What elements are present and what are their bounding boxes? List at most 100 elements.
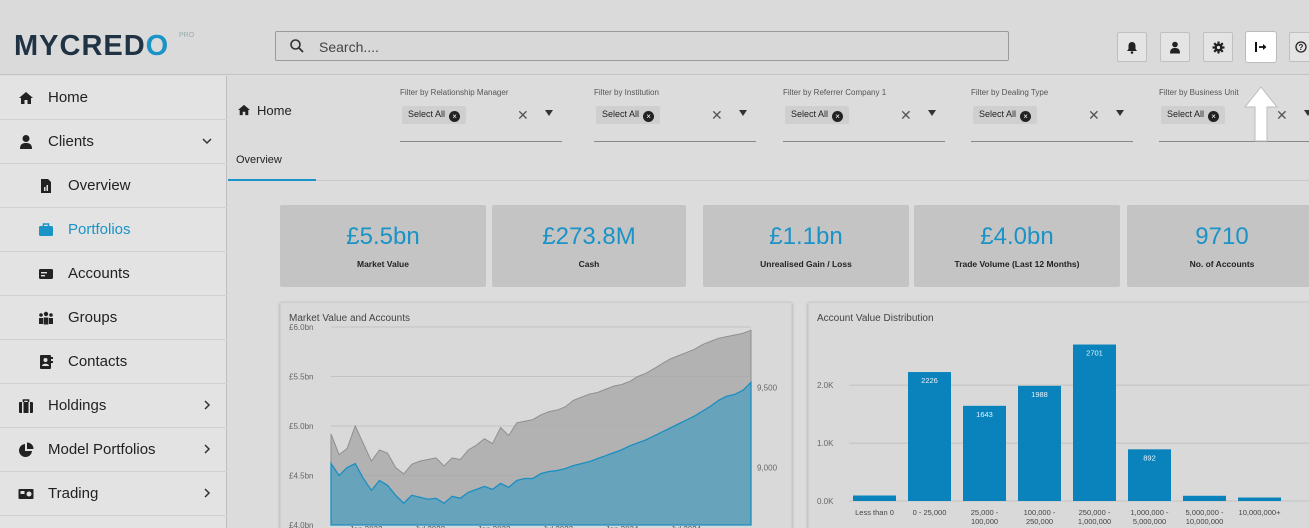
filter-label: Filter by Institution: [594, 88, 659, 97]
logo-pro-badge: PRO: [179, 32, 195, 39]
filter-underline: [1159, 141, 1309, 142]
chip-remove-icon[interactable]: ×: [832, 111, 844, 122]
groups-icon: [39, 311, 53, 325]
briefcase-icon: [39, 223, 53, 236]
logo-text: MYCRED: [14, 30, 146, 62]
kpi-value: £1.1bn: [769, 223, 843, 250]
y-tick-label: £5.0bn: [289, 422, 313, 431]
search-icon: [290, 39, 304, 53]
chip-label: Select All: [1167, 109, 1205, 119]
kpi-cash: £273.8M Cash: [492, 205, 686, 287]
help-icon: ?: [1294, 41, 1307, 53]
data-label: 1988: [1031, 390, 1048, 399]
filter-chip[interactable]: Select All ×: [402, 106, 467, 124]
dropdown-arrow-icon[interactable]: [928, 110, 936, 116]
tab-overview[interactable]: Overview: [228, 154, 316, 181]
chip-remove-icon[interactable]: ×: [1208, 111, 1220, 122]
filter-label: Filter by Business Unit: [1159, 88, 1239, 97]
clear-icon[interactable]: ✕: [711, 107, 723, 124]
x-tick-label: 5,000,000 -: [1186, 508, 1224, 517]
bar: [1238, 497, 1281, 501]
x-tick-label: 250,000 -: [1079, 508, 1111, 517]
settings-button[interactable]: [1203, 32, 1233, 62]
chevron-right-icon: [204, 400, 211, 410]
tab-divider: [228, 180, 1309, 181]
y-tick-label: £6.0bn: [289, 323, 313, 332]
kpi-value: 9710: [1195, 223, 1249, 250]
x-tick-label: 100,000: [971, 517, 998, 526]
search-placeholder: Search....: [319, 39, 379, 55]
filter-underline: [971, 141, 1133, 142]
y-tick-label: £5.5bn: [289, 373, 313, 382]
filter-business-unit[interactable]: Filter by Business Unit Select All × ✕: [1159, 88, 1309, 148]
mycredo-logo[interactable]: MYCREDO PRO: [14, 30, 194, 63]
data-label: 2226: [921, 376, 938, 385]
user-icon: [1170, 41, 1180, 53]
x-tick-label: Less than 0: [855, 508, 894, 517]
help-button[interactable]: ?: [1289, 32, 1309, 62]
filter-label: Filter by Dealing Type: [971, 88, 1049, 97]
chevron-down-icon: [202, 138, 212, 145]
home-icon: [19, 92, 33, 104]
y2-tick-label: 9,000: [757, 464, 778, 473]
x-tick-label: 10,000,000+: [1239, 508, 1282, 517]
clear-icon[interactable]: ✕: [517, 107, 529, 124]
account-distribution-chart-card: Account Value Distribution 2.0K 1.0K 0.0K L…: [808, 302, 1309, 528]
market-value-chart: £6.0bn £5.5bn £5.0bn £4.5bn £4.0bn 9,500 9,000…: [289, 323, 778, 528]
clear-icon[interactable]: ✕: [900, 107, 912, 124]
sidebar-item-label: Holdings: [48, 397, 107, 414]
clear-icon[interactable]: ✕: [1088, 107, 1100, 124]
x-tick-label: 100,000 -: [1024, 508, 1056, 517]
filter-chip[interactable]: Select All ×: [596, 106, 661, 124]
sidebar-item-groups[interactable]: Groups: [0, 296, 227, 340]
search-input[interactable]: Search....: [275, 31, 1009, 61]
account-distribution-chart: 2.0K 1.0K 0.0K Less than 0 2226 0 - 25,000 164…: [817, 344, 1309, 526]
kpi-label: Cash: [578, 259, 600, 269]
filter-chip[interactable]: Select All ×: [1161, 106, 1226, 124]
dropdown-arrow-icon[interactable]: [1116, 110, 1124, 116]
filter-chip[interactable]: Select All ×: [973, 106, 1038, 124]
filter-label: Filter by Referrer Company 1: [783, 88, 887, 97]
breadcrumb[interactable]: Home: [237, 103, 292, 118]
sidebar-item-clients[interactable]: Clients: [0, 120, 227, 164]
sidebar-item-trading[interactable]: Trading: [0, 472, 227, 516]
sidebar-item-overview[interactable]: Overview: [0, 164, 227, 208]
data-label: 1643: [976, 410, 993, 419]
kpi-value: £4.0bn: [980, 223, 1054, 250]
chip-remove-icon[interactable]: ×: [643, 111, 655, 122]
x-tick-label: 10,000,000: [1186, 517, 1224, 526]
sidebar-item-model-portfolios[interactable]: Model Portfolios: [0, 428, 227, 472]
x-tick-label: 25,000 -: [971, 508, 999, 517]
sidebar-item-holdings[interactable]: Holdings: [0, 384, 227, 428]
filter-underline: [594, 141, 756, 142]
sidebar-item-label: Contacts: [68, 353, 128, 370]
data-label: 892: [1143, 453, 1156, 462]
sidebar-item-portfolios[interactable]: Portfolios: [0, 208, 227, 252]
breadcrumb-label: Home: [257, 103, 292, 118]
filter-chip[interactable]: Select All ×: [785, 106, 850, 124]
top-header: MYCREDO PRO Search.... ?: [0, 0, 1309, 75]
chip-remove-icon[interactable]: ×: [449, 111, 461, 122]
logo-accent: O: [145, 30, 170, 62]
card-icon: [39, 269, 53, 279]
x-tick-label: 1,000,000: [1078, 517, 1111, 526]
dropdown-arrow-icon[interactable]: [1304, 110, 1309, 116]
logout-button[interactable]: [1246, 32, 1276, 62]
chip-remove-icon[interactable]: ×: [1020, 111, 1032, 122]
chip-label: Select All: [979, 109, 1017, 119]
sidebar-item-label: Portfolios: [68, 221, 131, 238]
sidebar-item-accounts[interactable]: Accounts: [0, 252, 227, 296]
chip-label: Select All: [408, 109, 446, 119]
kpi-label: No. of Accounts: [1189, 259, 1255, 269]
contacts-icon: [40, 355, 53, 369]
sidebar-item-label: Model Portfolios: [48, 441, 156, 458]
annotation-arrow-icon: [1243, 86, 1279, 142]
main-content: Home Filter by Relationship Manager Sele…: [228, 76, 1309, 528]
sidebar-item-contacts[interactable]: Contacts: [0, 340, 227, 384]
dropdown-arrow-icon[interactable]: [739, 110, 747, 116]
trading-icon: [18, 489, 34, 499]
profile-button[interactable]: [1160, 32, 1190, 62]
notifications-button[interactable]: [1117, 32, 1147, 62]
dropdown-arrow-icon[interactable]: [545, 110, 553, 116]
sidebar-item-home[interactable]: Home: [0, 76, 227, 120]
